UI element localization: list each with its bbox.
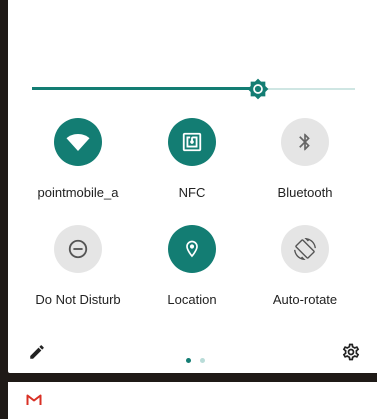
location-toggle[interactable] [168, 225, 216, 273]
pencil-icon[interactable] [28, 343, 46, 361]
auto-rotate-icon [294, 238, 316, 260]
do-not-disturb-icon [68, 239, 88, 259]
quick-settings-panel: pointmobile_a NFC Bluetooth Do Not Distu… [8, 0, 377, 373]
bluetooth-toggle[interactable] [281, 118, 329, 166]
bluetooth-icon [299, 133, 310, 151]
tile-bluetooth[interactable]: Bluetooth [245, 118, 365, 208]
brightness-icon[interactable] [247, 78, 269, 100]
page-dot [200, 358, 206, 363]
tile-location[interactable]: Location [132, 225, 252, 315]
auto-rotate-toggle[interactable] [281, 225, 329, 273]
tile-wifi[interactable]: pointmobile_a [18, 118, 138, 208]
gmail-icon [26, 394, 42, 405]
tile-label: Auto-rotate [272, 292, 338, 307]
gear-icon[interactable] [341, 342, 361, 362]
tile-label: Do Not Disturb [35, 292, 121, 307]
wifi-toggle[interactable] [54, 118, 102, 166]
location-icon [186, 240, 198, 258]
brightness-fill [32, 87, 259, 90]
tile-label: Bluetooth [277, 185, 333, 200]
tile-label: Location [167, 292, 217, 307]
tile-label: pointmobile_a [37, 185, 119, 200]
tile-nfc[interactable]: NFC [132, 118, 252, 208]
tile-label: NFC [178, 185, 206, 200]
tile-auto-rotate[interactable]: Auto-rotate [245, 225, 365, 315]
tile-do-not-disturb[interactable]: Do Not Disturb [18, 225, 138, 315]
nfc-icon [182, 132, 202, 152]
nfc-toggle[interactable] [168, 118, 216, 166]
notification-card[interactable] [8, 382, 377, 419]
do-not-disturb-toggle[interactable] [54, 225, 102, 273]
page-indicator [186, 348, 209, 367]
page-dot-active [186, 358, 191, 363]
wifi-icon [66, 134, 90, 151]
brightness-slider[interactable] [32, 78, 355, 100]
